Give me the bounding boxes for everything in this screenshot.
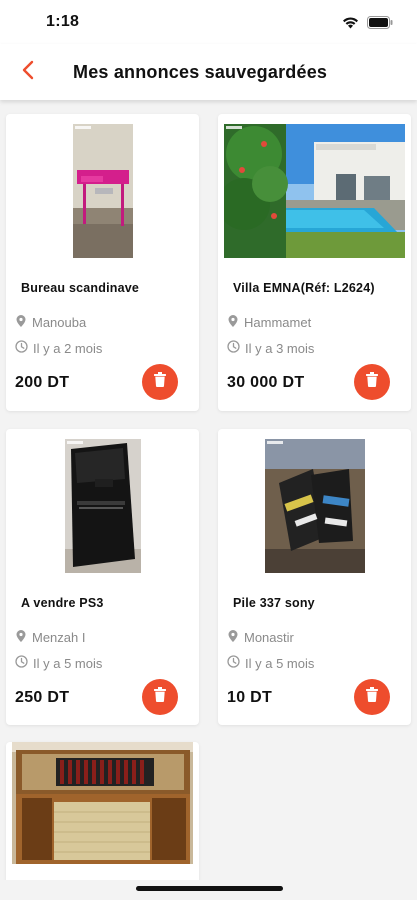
listing-price: 10 DT — [227, 689, 273, 706]
delete-button[interactable] — [354, 364, 390, 400]
sony-batteries-photo — [264, 439, 365, 573]
delete-button[interactable] — [142, 364, 178, 400]
listing-location-text: Manouba — [32, 315, 87, 330]
listing-time-text: Il y a 3 mois — [245, 340, 315, 356]
clock-icon — [15, 655, 28, 671]
listing-image — [6, 439, 199, 577]
delete-button[interactable] — [142, 679, 178, 715]
listing-time: Il y a 2 mois — [15, 340, 102, 356]
ps3-console-photo — [64, 439, 141, 573]
listing-image — [6, 124, 199, 262]
listing-image — [218, 439, 411, 577]
location-pin-icon — [15, 314, 27, 331]
location-pin-icon — [227, 629, 239, 646]
listing-time-text: Il y a 5 mois — [33, 655, 103, 671]
listing-card[interactable]: Villa EMNA(Réf: L2624) Hammamet Il y a 3… — [218, 114, 411, 411]
trash-icon — [154, 372, 166, 392]
listing-title: Villa EMNA(Réf: L2624) — [233, 281, 375, 295]
listing-card[interactable]: Bureau scandinave Manouba Il y a 2 mois … — [6, 114, 199, 411]
battery-icon — [367, 15, 393, 29]
listing-location: Menzah I — [15, 629, 85, 646]
app-header: Mes annonces sauvegardées — [0, 44, 417, 100]
delete-button[interactable] — [354, 679, 390, 715]
clock-icon — [227, 340, 240, 356]
location-pin-icon — [227, 314, 239, 331]
home-indicator[interactable] — [136, 886, 283, 891]
listing-location: Manouba — [15, 314, 86, 331]
listing-time: Il y a 5 mois — [15, 655, 102, 671]
listing-location-text: Hammamet — [244, 315, 312, 330]
status-bar: 1:18 — [0, 0, 417, 44]
page-title: Mes annonces sauvegardées — [73, 61, 328, 82]
listing-time-text: Il y a 5 mois — [245, 655, 315, 671]
pink-desk-photo — [72, 124, 133, 258]
clock-icon — [15, 340, 28, 356]
listing-title: Pile 337 sony — [233, 596, 315, 610]
listing-price: 30 000 DT — [227, 374, 305, 391]
listing-card[interactable] — [6, 742, 199, 880]
trash-icon — [366, 687, 378, 707]
trash-icon — [366, 372, 378, 392]
vintage-radio-photo — [12, 742, 193, 864]
listing-location: Hammamet — [227, 314, 311, 331]
listing-location-text: Menzah I — [32, 630, 86, 645]
villa-pool-photo — [224, 124, 405, 258]
listing-time: Il y a 3 mois — [227, 340, 314, 356]
listing-location-text: Monastir — [244, 630, 294, 645]
status-icons — [342, 15, 393, 29]
listing-image — [218, 124, 411, 262]
listing-title: Bureau scandinave — [21, 281, 140, 295]
listing-title: A vendre PS3 — [21, 596, 104, 610]
location-pin-icon — [15, 629, 27, 646]
chevron-left-icon — [22, 60, 34, 85]
listing-time: Il y a 5 mois — [227, 655, 314, 671]
listing-price: 200 DT — [15, 374, 70, 391]
listing-card[interactable]: Pile 337 sony Monastir Il y a 5 mois 10 … — [218, 429, 411, 725]
trash-icon — [154, 687, 166, 707]
wifi-icon — [342, 16, 359, 29]
listing-time-text: Il y a 2 mois — [33, 340, 103, 356]
listing-image — [6, 742, 199, 864]
status-time: 1:18 — [46, 13, 80, 30]
saved-listings-grid: Bureau scandinave Manouba Il y a 2 mois … — [0, 100, 417, 880]
listing-location: Monastir — [227, 629, 294, 646]
listing-card[interactable]: A vendre PS3 Menzah I Il y a 5 mois 250 … — [6, 429, 199, 725]
clock-icon — [227, 655, 240, 671]
back-button[interactable] — [6, 50, 50, 94]
listing-price: 250 DT — [15, 689, 70, 706]
